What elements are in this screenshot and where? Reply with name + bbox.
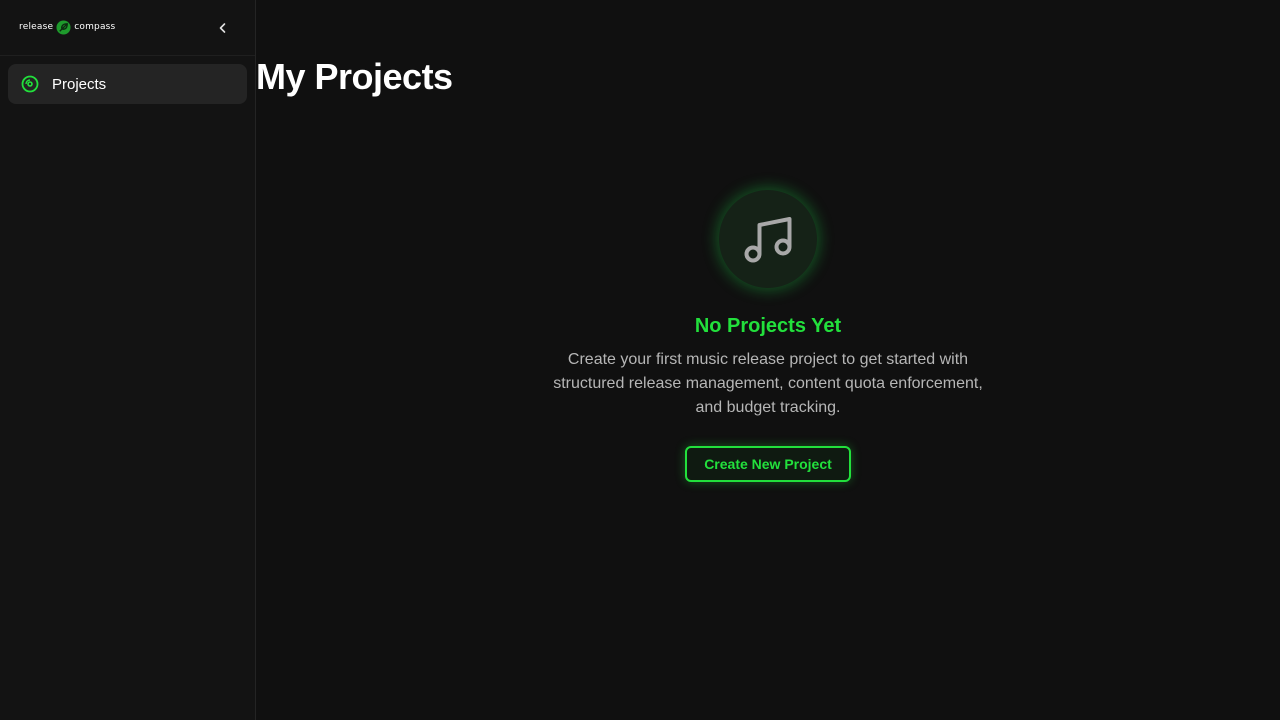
empty-state: No Projects Yet Create your first music … (528, 190, 1008, 482)
app-root: release compass Projects My Projects No … (0, 0, 1280, 720)
sidebar: release compass Projects (0, 0, 256, 720)
sidebar-item-projects[interactable]: Projects (8, 64, 247, 104)
app-logo[interactable]: release compass (19, 19, 115, 35)
leaf-compass-icon (56, 19, 71, 35)
sidebar-header: release compass (0, 0, 255, 56)
music-note-icon (744, 217, 792, 263)
logo-text-right: compass (74, 22, 116, 32)
page-title: My Projects (256, 56, 453, 97)
logo-text-left: release (19, 22, 54, 32)
empty-state-title: No Projects Yet (694, 315, 842, 337)
empty-state-icon-circle (719, 190, 817, 288)
collapse-sidebar-button[interactable] (214, 19, 232, 37)
sidebar-item-label: Projects (52, 75, 107, 93)
empty-state-description: Create your first music release project … (553, 351, 983, 416)
chevron-left-icon (219, 23, 226, 33)
create-new-project-button[interactable]: Create New Project (685, 446, 851, 482)
disc-icon (21, 75, 39, 93)
